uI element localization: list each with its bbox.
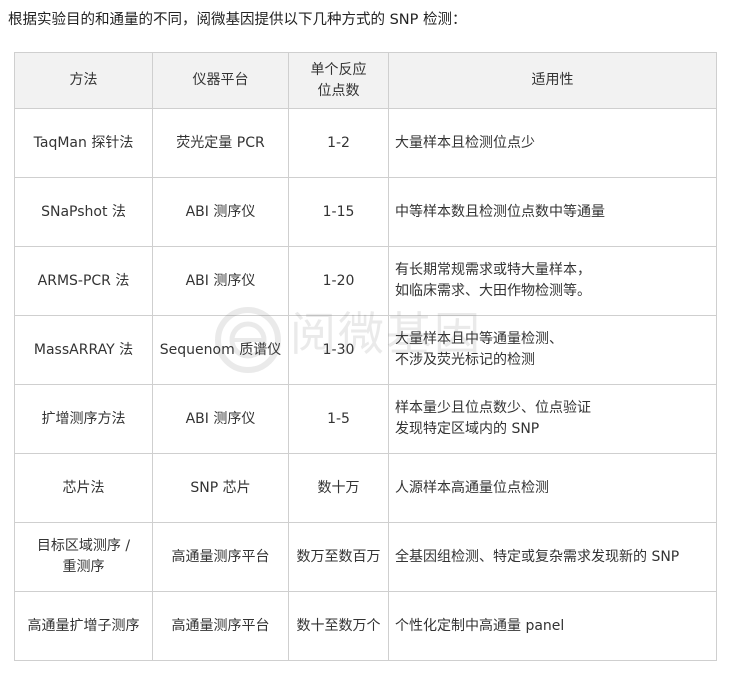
- cell-line: 高通量测序平台: [171, 617, 270, 634]
- header-method: 方法: [14, 52, 153, 109]
- cell-usage: 人源样本高通量位点检测: [388, 453, 717, 523]
- cell-platform: 高通量测序平台: [152, 522, 289, 592]
- cell-line: 扩增测序方法: [41, 410, 126, 427]
- table-row: 高通量扩增子测序 高通量测序平台 数十至数万个 个性化定制中高通量 panel: [14, 591, 717, 661]
- cell-line: 大量样本且中等通量检测、: [395, 331, 563, 347]
- cell-line: 单个反应: [310, 61, 367, 78]
- table-header-row: 方法 仪器平台 单个反应位点数 适用性: [14, 52, 717, 109]
- cell-line: SNP 芯片: [190, 479, 251, 496]
- cell-line: 不涉及荧光标记的检测: [395, 352, 535, 368]
- table-row: 扩增测序方法 ABI 测序仪 1-5 样本量少且位点数少、位点验证 发现特定区域内的 S…: [14, 384, 717, 454]
- cell-line: 人源样本高通量位点检测: [395, 479, 549, 496]
- cell-line: 方法: [69, 72, 98, 88]
- cell-platform: SNP 芯片: [152, 453, 289, 523]
- cell-usage: 全基因组检测、特定或复杂需求发现新的 SNP: [388, 522, 717, 592]
- cell-usage: 有长期常规需求或特大量样本， 如临床需求、大田作物检测等。: [388, 246, 717, 316]
- cell-line: 荧光定量 PCR: [176, 134, 265, 151]
- intro-text: 根据实验目的和通量的不同，阅微基因提供以下几种方式的 SNP 检测：: [8, 12, 467, 28]
- cell-line: 样本量少且位点数少、位点验证: [395, 400, 591, 416]
- table-row: MassARRAY 法 Sequenom 质谱仪 1-30 大量样本且中等通量检测、不…: [14, 315, 717, 385]
- cell-usage: 大量样本且检测位点少: [388, 108, 717, 178]
- cell-method: 扩增测序方法: [14, 384, 153, 454]
- header-platform: 仪器平台: [152, 52, 289, 109]
- cell-method: MassARRAY 法: [14, 315, 153, 385]
- cell-usage: 大量样本且中等通量检测、 不涉及荧光标记的检测: [388, 315, 717, 385]
- snp-methods-table: 方法 仪器平台 单个反应位点数 适用性 TaqMan 探针法 荧光定量 PCR 1-2 大量…: [14, 52, 717, 661]
- cell-line: 重测序: [62, 559, 105, 575]
- cell-platform: ABI 测序仪: [152, 246, 289, 316]
- cell-line: ARMS-PCR 法: [37, 272, 130, 289]
- cell-method: 高通量扩增子测序: [14, 591, 153, 661]
- cell-line: ABI 测序仪: [185, 272, 256, 289]
- cell-sites: 1-5: [288, 384, 389, 454]
- cell-line: TaqMan 探针法: [33, 134, 134, 151]
- table-row: TaqMan 探针法 荧光定量 PCR 1-2 大量样本且检测位点少: [14, 108, 717, 178]
- table-row: ARMS-PCR 法 ABI 测序仪 1-20 有长期常规需求或特大量样本， 如临床需求…: [14, 246, 717, 316]
- cell-line: MassARRAY 法: [33, 341, 134, 358]
- cell-sites: 数十万: [288, 453, 389, 523]
- cell-platform: ABI 测序仪: [152, 384, 289, 454]
- cell-method: ARMS-PCR 法: [14, 246, 153, 316]
- cell-sites: 1-15: [288, 177, 389, 247]
- cell-line: 仪器平台: [192, 72, 249, 88]
- cell-line: 大量样本且检测位点少: [395, 134, 535, 151]
- cell-line: ABI 测序仪: [185, 410, 256, 427]
- cell-sites: 1-30: [288, 315, 389, 385]
- cell-line: 高通量测序平台: [171, 548, 270, 565]
- cell-line: 个性化定制中高通量 panel: [395, 617, 565, 634]
- cell-line: 适用性: [531, 72, 574, 88]
- cell-platform: 荧光定量 PCR: [152, 108, 289, 178]
- cell-line: 有长期常规需求或特大量样本，: [395, 262, 591, 278]
- cell-method: SNaPshot 法: [14, 177, 153, 247]
- header-sites: 单个反应 位点数: [288, 52, 389, 109]
- cell-usage: 个性化定制中高通量 panel: [388, 591, 717, 661]
- cell-sites: 数十至数万个: [288, 591, 389, 661]
- cell-line: 中等样本数且检测位点数中等通量: [395, 203, 605, 220]
- cell-platform: 高通量测序平台: [152, 591, 289, 661]
- table-row: 目标区域测序 / 重测序 高通量测序平台 数万至数百万 全基因组检测、特定或复杂需求发现…: [14, 522, 717, 592]
- cell-line: 位点数: [317, 82, 360, 99]
- cell-line: Sequenom 质谱仪: [159, 341, 282, 358]
- table-row: 芯片法 SNP 芯片 数十万 人源样本高通量位点检测: [14, 453, 717, 523]
- cell-platform: Sequenom 质谱仪: [152, 315, 289, 385]
- cell-line: 芯片法: [62, 479, 105, 496]
- cell-method: 芯片法: [14, 453, 153, 523]
- cell-line: ABI 测序仪: [185, 203, 256, 220]
- cell-line: 如临床需求、大田作物检测等。: [395, 283, 591, 299]
- table-body: TaqMan 探针法 荧光定量 PCR 1-2 大量样本且检测位点少 SNaPshot …: [14, 108, 717, 661]
- cell-method: 目标区域测序 / 重测序: [14, 522, 153, 592]
- header-usage: 适用性: [388, 52, 717, 109]
- cell-line: 发现特定区域内的 SNP: [395, 421, 540, 437]
- cell-sites: 数万至数百万: [288, 522, 389, 592]
- cell-line: 高通量扩增子测序: [27, 617, 140, 634]
- cell-method: TaqMan 探针法: [14, 108, 153, 178]
- cell-sites: 1-20: [288, 246, 389, 316]
- cell-sites: 1-2: [288, 108, 389, 178]
- cell-line: 全基因组检测、特定或复杂需求发现新的 SNP: [395, 548, 680, 565]
- cell-line: 目标区域测序 /: [36, 538, 131, 554]
- cell-platform: ABI 测序仪: [152, 177, 289, 247]
- table-row: SNaPshot 法 ABI 测序仪 1-15 中等样本数且检测位点数中等通量: [14, 177, 717, 247]
- cell-usage: 样本量少且位点数少、位点验证 发现特定区域内的 SNP: [388, 384, 717, 454]
- cell-usage: 中等样本数且检测位点数中等通量: [388, 177, 717, 247]
- cell-line: SNaPshot 法: [41, 203, 126, 220]
